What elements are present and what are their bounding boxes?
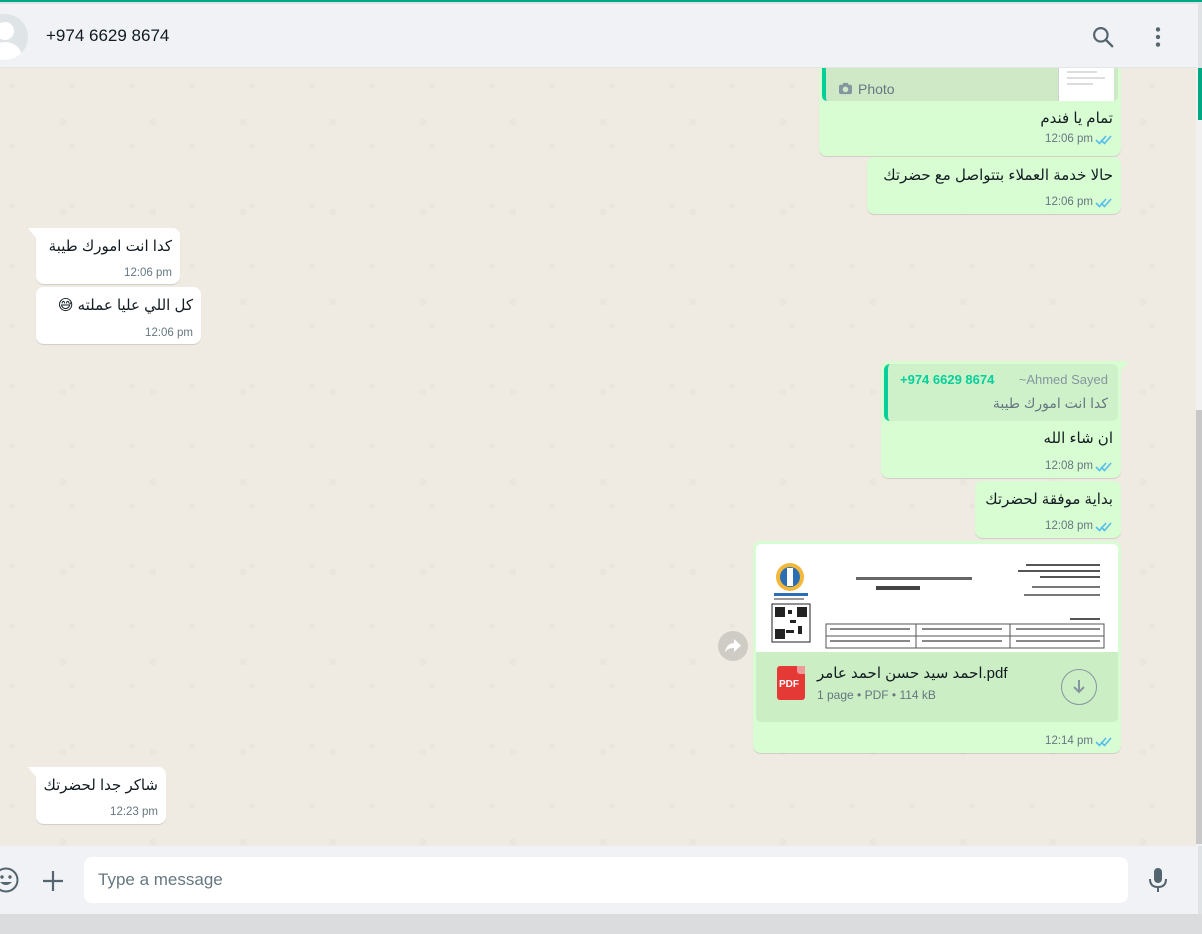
message-text: تمام يا فندم	[1040, 110, 1113, 127]
attach-plus-icon[interactable]	[40, 868, 66, 894]
bubble-tail	[28, 228, 36, 238]
message-text: كدا انت امورك طيبة	[48, 238, 172, 255]
camera-icon	[839, 82, 852, 95]
scroll-position-indicator	[1198, 68, 1202, 120]
quoted-text: كدا انت امورك طيبة	[992, 395, 1108, 411]
message-text: بداية موفقة لحضرتك	[985, 491, 1113, 508]
read-ticks-icon	[1095, 135, 1112, 145]
document-preview-image	[771, 563, 1105, 649]
read-ticks-icon	[1095, 737, 1112, 747]
contact-avatar[interactable]	[0, 14, 28, 60]
message-time: 12:08 pm	[1045, 520, 1093, 532]
forward-button[interactable]	[718, 631, 748, 661]
message-time: 12:06 pm	[124, 267, 172, 279]
message-time: 12:08 pm	[1045, 460, 1093, 472]
pdf-preview[interactable]	[756, 544, 1118, 652]
message-bubble-incoming[interactable]: شاكر جدا لحضرتك 12:23 pm	[36, 767, 166, 824]
message-text: كل اللي عليا عملته 😅	[57, 297, 193, 314]
composer	[0, 846, 1198, 914]
message-input[interactable]	[84, 857, 1128, 903]
message-bubble-incoming[interactable]: كدا انت امورك طيبة 12:06 pm	[36, 228, 180, 284]
message-time: 12:06 pm	[145, 327, 193, 339]
read-ticks-icon	[1095, 198, 1112, 208]
bubble-tail	[28, 767, 36, 777]
download-icon	[1073, 680, 1085, 694]
message-time: 12:23 pm	[110, 806, 158, 818]
search-icon[interactable]	[1090, 24, 1116, 50]
pdf-file-row[interactable]: PDF احمد سيد حسن احمد عامر.pdf 1 page • …	[756, 652, 1118, 722]
pdf-file-icon: PDF	[777, 666, 805, 700]
chat-header: +974 6629 8674	[0, 4, 1198, 68]
message-text: حالا خدمة العملاء بتتواصل مع حضرتك	[883, 167, 1113, 184]
emoji-icon[interactable]	[0, 866, 20, 894]
read-ticks-icon	[1095, 522, 1112, 532]
whatsapp-window: +974 6629 8674 Photo تمام يا فندم 12:06 …	[0, 0, 1202, 934]
file-name[interactable]: احمد سيد حسن احمد عامر.pdf	[817, 664, 1008, 682]
message-list[interactable]: Photo تمام يا فندم 12:06 pm حالا خدمة ال…	[0, 68, 1196, 846]
menu-icon[interactable]	[1145, 24, 1171, 50]
quoted-phone: +974 6629 8674	[900, 372, 995, 387]
bubble-tail	[1121, 361, 1129, 371]
message-bubble-outgoing[interactable]: حالا خدمة العملاء بتتواصل مع حضرتك 12:06…	[867, 157, 1121, 214]
photo-label: Photo	[858, 81, 895, 97]
read-ticks-icon	[1095, 462, 1112, 472]
message-text: ان شاء الله	[1043, 430, 1113, 447]
message-bubble-outgoing[interactable]: بداية موفقة لحضرتك 12:08 pm	[975, 481, 1121, 538]
contact-name[interactable]: +974 6629 8674	[46, 26, 169, 46]
pdf-badge: PDF	[779, 679, 799, 690]
message-time: 12:06 pm	[1045, 196, 1093, 208]
message-time: 12:14 pm	[1045, 735, 1093, 747]
message-bubble-outgoing[interactable]: +974 6629 8674 ~Ahmed Sayed كدا انت امور…	[881, 361, 1121, 478]
photo-thumbnail	[1058, 68, 1114, 101]
message-bubble-incoming[interactable]: كل اللي عليا عملته 😅 12:06 pm	[36, 287, 201, 344]
quoted-photo[interactable]: Photo	[822, 68, 1118, 101]
quoted-author: ~Ahmed Sayed	[1018, 372, 1108, 387]
forward-icon	[725, 639, 741, 653]
file-meta: 1 page • PDF • 114 kB	[817, 688, 936, 702]
message-bubble-outgoing[interactable]: Photo تمام يا فندم 12:06 pm	[819, 68, 1121, 156]
window-bottom-strip	[0, 914, 1202, 934]
message-time: 12:06 pm	[1045, 133, 1093, 145]
download-button[interactable]	[1061, 669, 1097, 705]
microphone-icon[interactable]	[1146, 866, 1170, 894]
quoted-message[interactable]: +974 6629 8674 ~Ahmed Sayed كدا انت امور…	[884, 364, 1118, 421]
message-bubble-outgoing[interactable]: PDF احمد سيد حسن احمد عامر.pdf 1 page • …	[753, 541, 1121, 753]
message-text: شاكر جدا لحضرتك	[43, 777, 158, 794]
scrollbar-thumb[interactable]	[1196, 410, 1202, 844]
